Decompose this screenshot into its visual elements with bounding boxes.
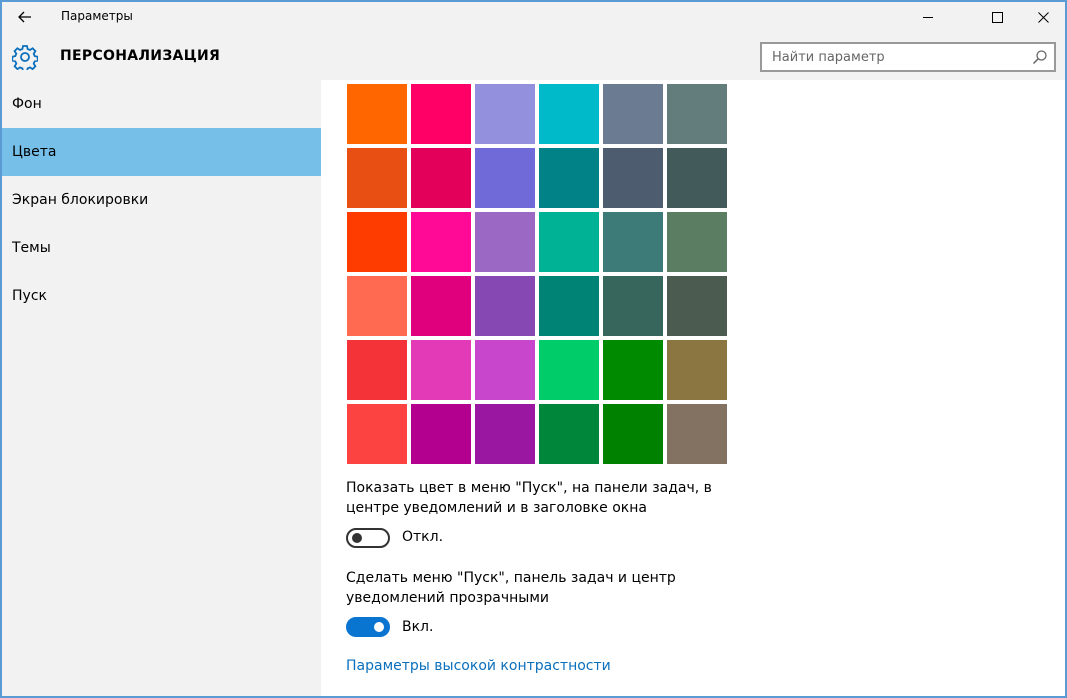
color-swatch[interactable] (475, 276, 535, 336)
color-swatch[interactable] (667, 212, 727, 272)
color-swatch[interactable] (539, 212, 599, 272)
color-swatch[interactable] (347, 404, 407, 464)
color-swatch[interactable] (475, 84, 535, 144)
color-swatch[interactable] (411, 84, 471, 144)
color-swatch[interactable] (603, 84, 663, 144)
sidebar-item-start[interactable]: Пуск (2, 272, 321, 320)
sidebar-item-label: Фон (12, 96, 42, 112)
color-swatch[interactable] (667, 404, 727, 464)
color-swatch[interactable] (347, 340, 407, 400)
maximize-button[interactable] (974, 2, 1020, 32)
toggle-knob (352, 533, 362, 543)
close-button[interactable] (1020, 2, 1065, 32)
color-swatch[interactable] (475, 404, 535, 464)
color-swatch[interactable] (475, 340, 535, 400)
color-swatch[interactable] (539, 148, 599, 208)
back-arrow-icon (18, 11, 31, 23)
minimize-icon (922, 16, 933, 18)
color-swatch[interactable] (667, 148, 727, 208)
color-swatch[interactable] (411, 340, 471, 400)
minimize-button[interactable] (905, 2, 951, 32)
transparency-toggle[interactable] (346, 617, 390, 637)
sidebar-item-label: Цвета (12, 144, 57, 160)
color-swatch[interactable] (539, 276, 599, 336)
show-color-label: Показать цвет в меню "Пуск", на панели з… (346, 480, 712, 516)
sidebar: Фон Цвета Экран блокировки Темы Пуск (2, 80, 321, 696)
back-button[interactable] (8, 4, 42, 30)
sidebar-item-label: Экран блокировки (12, 192, 149, 208)
page-title: ПЕРСОНАЛИЗАЦИЯ (60, 48, 221, 64)
color-swatch[interactable] (603, 404, 663, 464)
colors-content: Показать цвет в меню "Пуск", на панели з… (321, 80, 1065, 696)
color-swatch[interactable] (603, 148, 663, 208)
window-title: Параметры (61, 9, 133, 23)
color-swatch[interactable] (475, 148, 535, 208)
color-swatch[interactable] (347, 148, 407, 208)
color-swatch[interactable] (539, 404, 599, 464)
close-icon (1037, 11, 1049, 23)
color-swatch[interactable] (667, 276, 727, 336)
color-swatch[interactable] (347, 276, 407, 336)
color-swatch[interactable] (539, 340, 599, 400)
color-swatch[interactable] (603, 276, 663, 336)
show-color-toggle[interactable] (346, 528, 390, 548)
sidebar-item-label: Пуск (12, 288, 47, 304)
color-swatch[interactable] (603, 340, 663, 400)
gear-icon (12, 45, 38, 70)
search-icon[interactable] (1032, 49, 1048, 65)
color-swatch[interactable] (347, 84, 407, 144)
sidebar-item-themes[interactable]: Темы (2, 224, 321, 272)
color-swatch[interactable] (667, 84, 727, 144)
high-contrast-link[interactable]: Параметры высокой контрастности (346, 658, 611, 674)
settings-window: Параметры ПЕРСОНАЛИЗАЦИЯ Найти параметр … (0, 0, 1067, 698)
transparency-label: Сделать меню "Пуск", панель задач и цент… (346, 570, 676, 606)
show-color-state: Откл. (402, 529, 444, 545)
color-swatch[interactable] (411, 276, 471, 336)
color-swatch[interactable] (539, 84, 599, 144)
sidebar-item-lock-screen[interactable]: Экран блокировки (2, 176, 321, 224)
color-swatch[interactable] (411, 148, 471, 208)
color-swatch[interactable] (411, 212, 471, 272)
title-bar: Параметры (2, 2, 1065, 32)
sidebar-item-label: Темы (12, 240, 51, 256)
page-header: ПЕРСОНАЛИЗАЦИЯ (2, 32, 1065, 80)
color-swatch[interactable] (603, 212, 663, 272)
toggle-knob (374, 622, 384, 632)
color-swatch[interactable] (347, 212, 407, 272)
color-swatch[interactable] (475, 212, 535, 272)
color-swatch[interactable] (667, 340, 727, 400)
search-input[interactable] (762, 44, 1022, 70)
search-box[interactable] (760, 42, 1056, 72)
sidebar-item-background[interactable]: Фон (2, 80, 321, 128)
maximize-icon (991, 11, 1003, 23)
sidebar-item-colors[interactable]: Цвета (2, 128, 321, 176)
color-swatch[interactable] (411, 404, 471, 464)
transparency-state: Вкл. (402, 619, 434, 635)
